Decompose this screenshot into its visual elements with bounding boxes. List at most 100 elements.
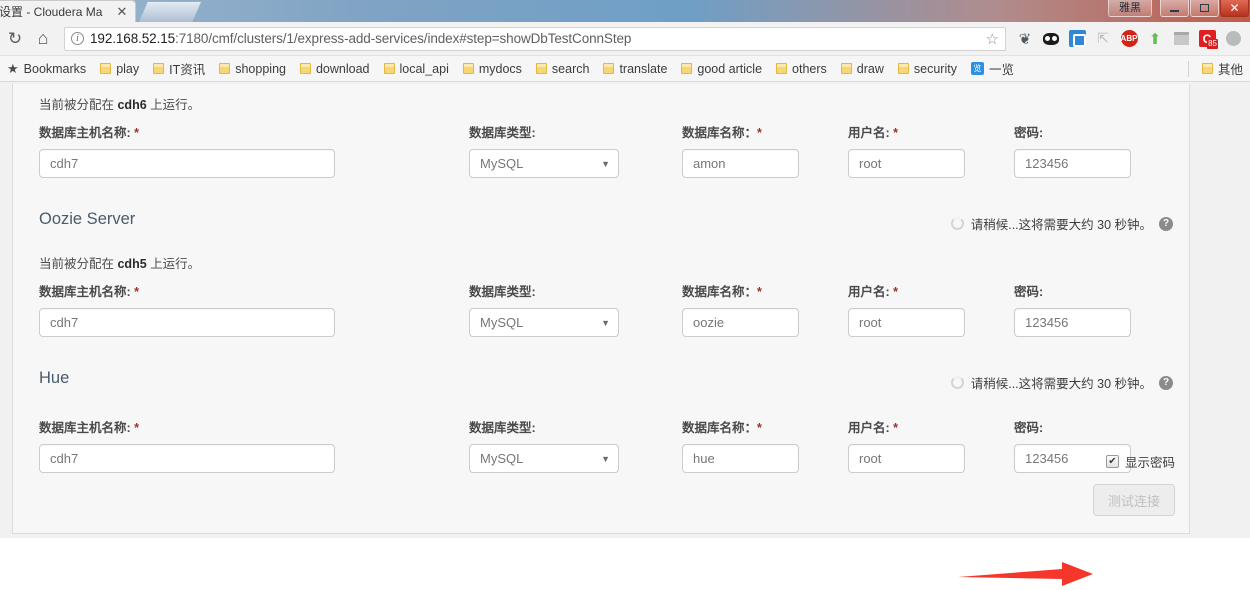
bookmark-item-download[interactable]: download <box>293 59 377 79</box>
input-database-host[interactable]: cdh7 <box>39 149 335 178</box>
bookmark-label: security <box>913 61 957 76</box>
bookmark-item-mydocs[interactable]: mydocs <box>456 59 529 79</box>
label-database-type: 数据库类型: <box>469 285 536 299</box>
field-database-name: 数据库名称：* oozie <box>682 281 799 337</box>
input-username[interactable]: root <box>848 444 965 473</box>
bookmark-item-draw[interactable]: draw <box>834 59 891 79</box>
bookmark-item-security[interactable]: security <box>891 59 964 79</box>
test-connection-button[interactable]: 测试连接 <box>1093 484 1175 516</box>
bookmark-item-local-api[interactable]: local_api <box>377 59 456 79</box>
assigned-host-text: 当前被分配在 cdh5 上运行。 <box>13 253 1189 272</box>
bookmark-item-yilan[interactable]: 览一览 <box>964 59 1021 79</box>
loading-spinner-icon <box>950 217 964 230</box>
bookmark-item-it-news[interactable]: IT资讯 <box>146 59 212 79</box>
bookmarks-root[interactable]: ★ Bookmarks <box>0 59 93 79</box>
bookmark-item-other[interactable]: 其他 <box>1195 59 1250 79</box>
input-database-host[interactable]: cdh7 <box>39 444 335 473</box>
bookmark-item-others[interactable]: others <box>769 59 834 79</box>
required-asterisk: * <box>893 126 899 140</box>
bookmark-separator <box>1187 60 1189 77</box>
field-username: 用户名: * root <box>848 281 965 337</box>
tab-title: 设置 - Cloudera Ma <box>0 5 103 19</box>
field-database-host: 数据库主机名称: * cdh7 <box>39 417 335 473</box>
bookmark-label: mydocs <box>478 61 522 76</box>
select-database-type[interactable]: MySQL ▼ <box>469 308 619 337</box>
label-database-host: 数据库主机名称: * <box>39 126 140 140</box>
help-icon[interactable]: ? <box>1159 375 1173 390</box>
bookmark-star-icon[interactable]: ☆ <box>986 30 999 48</box>
blue-screenshot-extension-icon[interactable] <box>1064 26 1090 52</box>
reload-icon[interactable]: ↻ <box>2 26 28 52</box>
field-database-type: 数据库类型: MySQL ▼ <box>469 281 619 337</box>
folder-icon <box>897 63 909 74</box>
evernote-extension-icon[interactable]: ❦ <box>1012 26 1038 52</box>
required-asterisk: * <box>757 126 762 140</box>
show-password-label: 显示密码 <box>1124 456 1175 470</box>
site-info-icon[interactable]: i <box>71 32 84 45</box>
select-value: MySQL <box>480 451 524 466</box>
url-text: 192.168.52.15:7180/cmf/clusters/1/expres… <box>90 31 980 46</box>
folder-icon <box>1201 63 1213 74</box>
field-row: 数据库主机名称: * cdh7 数据库类型: MySQL ▼ 数据库名称：* oo… <box>13 281 1189 353</box>
evernote-glyph: ❦ <box>1018 30 1032 48</box>
input-username[interactable]: root <box>848 308 965 337</box>
field-database-host: 数据库主机名称: * cdh7 <box>39 281 335 337</box>
bookmark-label: 一览 <box>988 63 1014 77</box>
folder-icon <box>840 63 852 74</box>
dark-capsule-extension-icon[interactable] <box>1038 26 1064 52</box>
input-database-name[interactable]: oozie <box>682 308 799 337</box>
section-status-oozie: 请稍候...这将需要大约 30 秒钟。 ? <box>950 214 1173 233</box>
folder-icon <box>219 63 231 74</box>
folder-icon <box>535 63 547 74</box>
c-badge-extension-icon[interactable]: C 85 <box>1194 26 1220 52</box>
input-database-host[interactable]: cdh7 <box>39 308 335 337</box>
close-window-button[interactable]: ✕ <box>1220 0 1249 17</box>
input-database-name[interactable]: amon <box>682 149 799 178</box>
input-password[interactable]: 123456 <box>1014 149 1131 178</box>
bookmarks-bar: ★ Bookmarks play IT资讯 shopping download … <box>0 56 1250 82</box>
field-username: 用户名: * root <box>848 417 965 473</box>
select-value: MySQL <box>480 315 524 330</box>
assigned-suffix: 上运行。 <box>146 257 201 271</box>
assigned-host-text: 当前被分配在 cdh6 上运行。 <box>13 94 1189 113</box>
tab-close-icon[interactable]: ✕ <box>115 5 129 19</box>
input-password[interactable]: 123456 <box>1014 308 1131 337</box>
address-bar[interactable]: i 192.168.52.15:7180/cmf/clusters/1/expr… <box>64 26 1006 51</box>
section-oozie-server: Oozie Server 请稍候...这将需要大约 30 秒钟。 ? 当前被分配… <box>13 194 1189 353</box>
close-icon: ✕ <box>1229 1 1240 15</box>
maximize-window-button[interactable] <box>1190 0 1219 17</box>
required-asterisk: * <box>757 421 762 435</box>
minimize-window-button[interactable] <box>1160 0 1189 17</box>
home-icon[interactable]: ⌂ <box>30 26 56 52</box>
field-database-type: 数据库类型: MySQL ▼ <box>469 417 619 473</box>
field-row: 数据库主机名称: * cdh7 数据库类型: MySQL ▼ 数据库名称：* hu… <box>13 417 1189 489</box>
bookmark-item-search[interactable]: search <box>529 59 597 79</box>
gray-ball-extension-icon[interactable] <box>1220 26 1246 52</box>
help-icon[interactable]: ? <box>1159 216 1173 231</box>
field-password: 密码: 123456 <box>1014 122 1131 178</box>
cursor-blocked-extension-icon[interactable]: ⇱ <box>1090 26 1116 52</box>
bookmark-item-shopping[interactable]: shopping <box>212 59 293 79</box>
browser-toolbar: ↻ ⌂ i 192.168.52.15:7180/cmf/clusters/1/… <box>0 22 1250 56</box>
show-password-checkbox[interactable]: ✔ <box>1105 455 1119 468</box>
new-tab-button[interactable] <box>139 2 201 22</box>
status-text: 请稍候...这将需要大约 30 秒钟。 <box>970 377 1152 391</box>
bookmark-item-good-article[interactable]: good article <box>674 59 769 79</box>
select-database-type[interactable]: MySQL ▼ <box>469 444 619 473</box>
gray-panel-extension-icon[interactable] <box>1168 26 1194 52</box>
bookmark-item-play[interactable]: play <box>93 59 146 79</box>
label-database-type: 数据库类型: <box>469 126 536 140</box>
label-database-type: 数据库类型: <box>469 421 536 435</box>
bookmark-item-translate[interactable]: translate <box>596 59 674 79</box>
input-username[interactable]: root <box>848 149 965 178</box>
ime-language-button[interactable]: 雅黑 <box>1108 0 1152 17</box>
adblock-plus-extension-icon[interactable]: ABP <box>1116 26 1142 52</box>
select-database-type[interactable]: MySQL ▼ <box>469 149 619 178</box>
folder-icon <box>462 63 474 74</box>
database-setup-panel: 当前被分配在 cdh6 上运行。 数据库主机名称: * cdh7 数据库类型: … <box>12 84 1190 534</box>
show-password-control[interactable]: ✔ 显示密码 <box>1105 452 1175 471</box>
blue-site-icon: 览 <box>970 62 984 75</box>
browser-tab[interactable]: 设置 - Cloudera Ma ✕ <box>0 0 136 22</box>
green-arrow-extension-icon[interactable]: ⬆ <box>1142 26 1168 52</box>
input-database-name[interactable]: hue <box>682 444 799 473</box>
